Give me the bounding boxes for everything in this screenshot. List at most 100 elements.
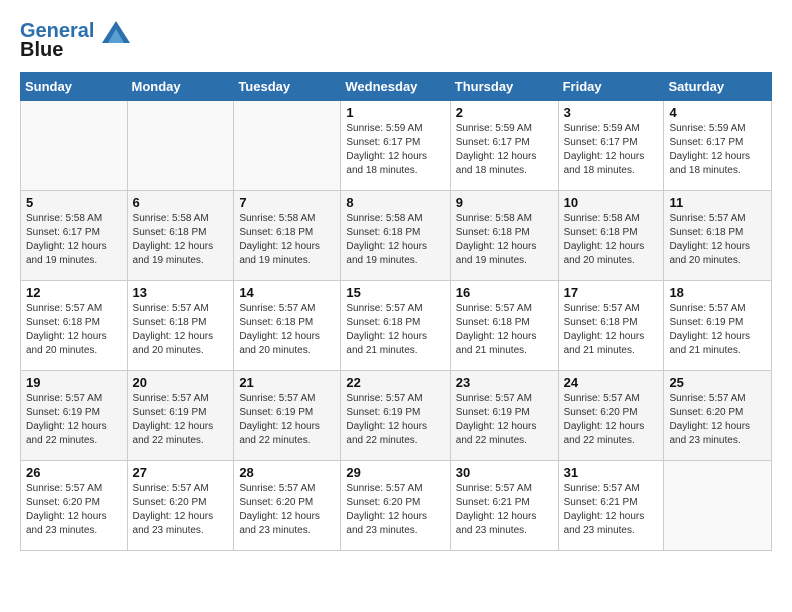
calendar-cell: 20 Sunrise: 5:57 AM Sunset: 6:19 PM Dayli… (127, 370, 234, 460)
day-number: 8 (346, 195, 444, 210)
calendar-week-row: 12 Sunrise: 5:57 AM Sunset: 6:18 PM Dayli… (21, 280, 772, 370)
calendar-cell (664, 460, 772, 550)
day-info: Sunrise: 5:57 AM Sunset: 6:20 PM Dayligh… (564, 392, 659, 448)
calendar-cell: 6 Sunrise: 5:58 AM Sunset: 6:18 PM Daylig… (127, 190, 234, 280)
calendar-cell: 11 Sunrise: 5:57 AM Sunset: 6:18 PM Dayli… (664, 190, 772, 280)
day-info: Sunrise: 5:57 AM Sunset: 6:19 PM Dayligh… (346, 392, 444, 448)
calendar-cell: 28Sunrise: 5:57 AM Sunset: 6:20 PM Dayli… (234, 460, 341, 550)
day-info: Sunrise: 5:57 AM Sunset: 6:18 PM Dayligh… (346, 302, 444, 358)
day-number: 6 (133, 195, 229, 210)
day-number: 27 (133, 465, 229, 480)
calendar-cell: 9 Sunrise: 5:58 AM Sunset: 6:18 PM Daylig… (450, 190, 558, 280)
day-info: Sunrise: 5:57 AM Sunset: 6:20 PM Dayligh… (239, 482, 335, 538)
day-number: 11 (669, 195, 766, 210)
calendar-header-row: SundayMondayTuesdayWednesdayThursdayFrid… (21, 72, 772, 100)
day-number: 12 (26, 285, 122, 300)
day-info: Sunrise: 5:57 AM Sunset: 6:19 PM Dayligh… (456, 392, 553, 448)
weekday-header: Saturday (664, 72, 772, 100)
day-number: 26 (26, 465, 122, 480)
calendar-week-row: 5 Sunrise: 5:58 AM Sunset: 6:17 PM Daylig… (21, 190, 772, 280)
calendar-table: SundayMondayTuesdayWednesdayThursdayFrid… (20, 72, 772, 551)
day-info: Sunrise: 5:57 AM Sunset: 6:20 PM Dayligh… (669, 392, 766, 448)
page-header: General Blue (20, 20, 772, 62)
weekday-header: Sunday (21, 72, 128, 100)
day-info: Sunrise: 5:57 AM Sunset: 6:20 PM Dayligh… (133, 482, 229, 538)
calendar-cell: 22 Sunrise: 5:57 AM Sunset: 6:19 PM Dayli… (341, 370, 450, 460)
day-number: 16 (456, 285, 553, 300)
calendar-cell: 15Sunrise: 5:57 AM Sunset: 6:18 PM Dayli… (341, 280, 450, 370)
calendar-cell: 3Sunrise: 5:59 AM Sunset: 6:17 PM Daylig… (558, 100, 664, 190)
day-number: 18 (669, 285, 766, 300)
day-number: 4 (669, 105, 766, 120)
day-number: 20 (133, 375, 229, 390)
day-number: 17 (564, 285, 659, 300)
day-number: 9 (456, 195, 553, 210)
calendar-cell: 29Sunrise: 5:57 AM Sunset: 6:20 PM Dayli… (341, 460, 450, 550)
calendar-cell: 14 Sunrise: 5:57 AM Sunset: 6:18 PM Dayli… (234, 280, 341, 370)
day-number: 3 (564, 105, 659, 120)
day-info: Sunrise: 5:58 AM Sunset: 6:18 PM Dayligh… (239, 212, 335, 268)
day-info: Sunrise: 5:57 AM Sunset: 6:19 PM Dayligh… (669, 302, 766, 358)
day-info: Sunrise: 5:58 AM Sunset: 6:18 PM Dayligh… (133, 212, 229, 268)
calendar-cell: 30 Sunrise: 5:57 AM Sunset: 6:21 PM Dayli… (450, 460, 558, 550)
calendar-cell: 26 Sunrise: 5:57 AM Sunset: 6:20 PM Dayli… (21, 460, 128, 550)
day-info: Sunrise: 5:57 AM Sunset: 6:18 PM Dayligh… (239, 302, 335, 358)
calendar-cell: 7 Sunrise: 5:58 AM Sunset: 6:18 PM Daylig… (234, 190, 341, 280)
calendar-cell (234, 100, 341, 190)
weekday-header: Thursday (450, 72, 558, 100)
day-number: 7 (239, 195, 335, 210)
calendar-cell: 4 Sunrise: 5:59 AM Sunset: 6:17 PM Daylig… (664, 100, 772, 190)
day-number: 2 (456, 105, 553, 120)
calendar-week-row: 1 Sunrise: 5:59 AM Sunset: 6:17 PM Daylig… (21, 100, 772, 190)
calendar-cell: 25Sunrise: 5:57 AM Sunset: 6:20 PM Dayli… (664, 370, 772, 460)
day-number: 31 (564, 465, 659, 480)
day-number: 30 (456, 465, 553, 480)
calendar-cell: 1 Sunrise: 5:59 AM Sunset: 6:17 PM Daylig… (341, 100, 450, 190)
calendar-cell: 12 Sunrise: 5:57 AM Sunset: 6:18 PM Dayli… (21, 280, 128, 370)
day-number: 22 (346, 375, 444, 390)
calendar-cell: 2 Sunrise: 5:59 AM Sunset: 6:17 PM Daylig… (450, 100, 558, 190)
calendar-cell: 17 Sunrise: 5:57 AM Sunset: 6:18 PM Dayli… (558, 280, 664, 370)
calendar-cell: 27 Sunrise: 5:57 AM Sunset: 6:20 PM Dayli… (127, 460, 234, 550)
weekday-header: Friday (558, 72, 664, 100)
calendar-week-row: 19 Sunrise: 5:57 AM Sunset: 6:19 PM Dayli… (21, 370, 772, 460)
day-info: Sunrise: 5:59 AM Sunset: 6:17 PM Dayligh… (346, 122, 444, 178)
day-info: Sunrise: 5:57 AM Sunset: 6:19 PM Dayligh… (26, 392, 122, 448)
day-info: Sunrise: 5:58 AM Sunset: 6:18 PM Dayligh… (346, 212, 444, 268)
calendar-cell (21, 100, 128, 190)
weekday-header: Monday (127, 72, 234, 100)
day-info: Sunrise: 5:57 AM Sunset: 6:18 PM Dayligh… (133, 302, 229, 358)
logo-icon (102, 21, 130, 43)
calendar-cell: 24Sunrise: 5:57 AM Sunset: 6:20 PM Dayli… (558, 370, 664, 460)
day-number: 1 (346, 105, 444, 120)
day-number: 19 (26, 375, 122, 390)
logo: General Blue (20, 20, 130, 62)
day-info: Sunrise: 5:59 AM Sunset: 6:17 PM Dayligh… (456, 122, 553, 178)
calendar-cell: 21Sunrise: 5:57 AM Sunset: 6:19 PM Dayli… (234, 370, 341, 460)
day-info: Sunrise: 5:57 AM Sunset: 6:20 PM Dayligh… (346, 482, 444, 538)
day-info: Sunrise: 5:57 AM Sunset: 6:18 PM Dayligh… (26, 302, 122, 358)
weekday-header: Tuesday (234, 72, 341, 100)
calendar-cell: 10 Sunrise: 5:58 AM Sunset: 6:18 PM Dayli… (558, 190, 664, 280)
calendar-cell: 13Sunrise: 5:57 AM Sunset: 6:18 PM Dayli… (127, 280, 234, 370)
calendar-cell: 31Sunrise: 5:57 AM Sunset: 6:21 PM Dayli… (558, 460, 664, 550)
calendar-cell: 5 Sunrise: 5:58 AM Sunset: 6:17 PM Daylig… (21, 190, 128, 280)
calendar-cell: 16 Sunrise: 5:57 AM Sunset: 6:18 PM Dayli… (450, 280, 558, 370)
calendar-cell: 23 Sunrise: 5:57 AM Sunset: 6:19 PM Dayli… (450, 370, 558, 460)
day-number: 14 (239, 285, 335, 300)
day-info: Sunrise: 5:57 AM Sunset: 6:18 PM Dayligh… (456, 302, 553, 358)
day-info: Sunrise: 5:58 AM Sunset: 6:18 PM Dayligh… (564, 212, 659, 268)
day-info: Sunrise: 5:58 AM Sunset: 6:18 PM Dayligh… (456, 212, 553, 268)
day-number: 5 (26, 195, 122, 210)
day-info: Sunrise: 5:57 AM Sunset: 6:19 PM Dayligh… (133, 392, 229, 448)
day-number: 21 (239, 375, 335, 390)
day-info: Sunrise: 5:57 AM Sunset: 6:18 PM Dayligh… (564, 302, 659, 358)
day-info: Sunrise: 5:59 AM Sunset: 6:17 PM Dayligh… (669, 122, 766, 178)
day-info: Sunrise: 5:58 AM Sunset: 6:17 PM Dayligh… (26, 212, 122, 268)
weekday-header: Wednesday (341, 72, 450, 100)
day-info: Sunrise: 5:57 AM Sunset: 6:20 PM Dayligh… (26, 482, 122, 538)
day-number: 23 (456, 375, 553, 390)
day-number: 10 (564, 195, 659, 210)
day-info: Sunrise: 5:57 AM Sunset: 6:18 PM Dayligh… (669, 212, 766, 268)
day-info: Sunrise: 5:57 AM Sunset: 6:21 PM Dayligh… (456, 482, 553, 538)
